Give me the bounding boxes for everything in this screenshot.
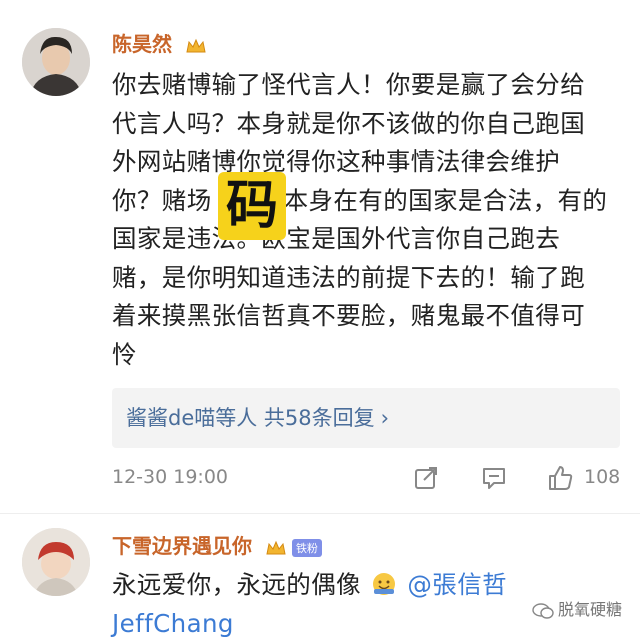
username-text[interactable]: 下雪边界遇见你 [112,534,252,558]
vip-badge-icon [265,539,287,557]
watermark-text: 脱氧硬糖 [558,600,622,619]
comment-line-part: 永远爱你，永远的偶像 [112,570,361,599]
username-text[interactable]: 陈昊然 [112,32,172,56]
smile-emoji-icon [371,571,397,597]
comment-line: 你？赌场 本身在有的国家是合法，有的 [112,182,632,221]
comment-line-part: 本身在有的国家是合法，有的 [284,186,608,215]
comment-line: 代言人吗？本身就是你不该做的你自己跑国 [112,105,632,144]
replies-summary-text[interactable]: 酱酱de喵等人 共58条回复 [126,406,375,430]
timestamp: 12-30 19:00 [112,466,228,488]
share-icon[interactable] [412,464,440,492]
like-icon[interactable] [546,464,574,492]
fan-badge: 铁粉 [292,539,322,557]
comment-line-part: 你？赌场 [112,186,212,215]
username[interactable]: 下雪边界遇见你 铁粉 [112,530,322,559]
mention-link[interactable]: @張信哲 [407,570,507,599]
comment-body: 你去赌博输了怪代言人！你要是赢了会分给 代言人吗？本身就是你不该做的你自己跑国 … [112,66,632,374]
comment-line: 赌，是你明知道违法的前提下去的！输了跑 [112,259,632,298]
wechat-icon [532,602,554,620]
comment-footer: 12-30 19:00 108 [112,464,632,496]
vip-badge-icon [185,37,207,55]
comment-line: 着来摸黑张信哲真不要脸，赌鬼最不值得可 [112,297,632,336]
comment-icon[interactable] [480,464,508,492]
avatar[interactable] [22,528,90,596]
chevron-right-icon: › [381,406,389,430]
avatar[interactable] [22,28,90,96]
comment-line: 国家是违法。欧宝是国外代言你自己跑去 [112,220,632,259]
watermark: 脱氧硬糖 [532,596,622,620]
comment-line: 你去赌博输了怪代言人！你要是赢了会分给 [112,66,632,105]
comment-line: 外网站赌博你觉得你这种事情法律会维护 [112,143,632,182]
comment-line: 怜 [112,336,632,375]
username[interactable]: 陈昊然 [112,28,207,57]
like-count: 108 [584,466,620,488]
censor-overlay: 码 [218,172,286,240]
replies-summary[interactable]: 酱酱de喵等人 共58条回复› [112,388,620,448]
divider [0,513,640,514]
